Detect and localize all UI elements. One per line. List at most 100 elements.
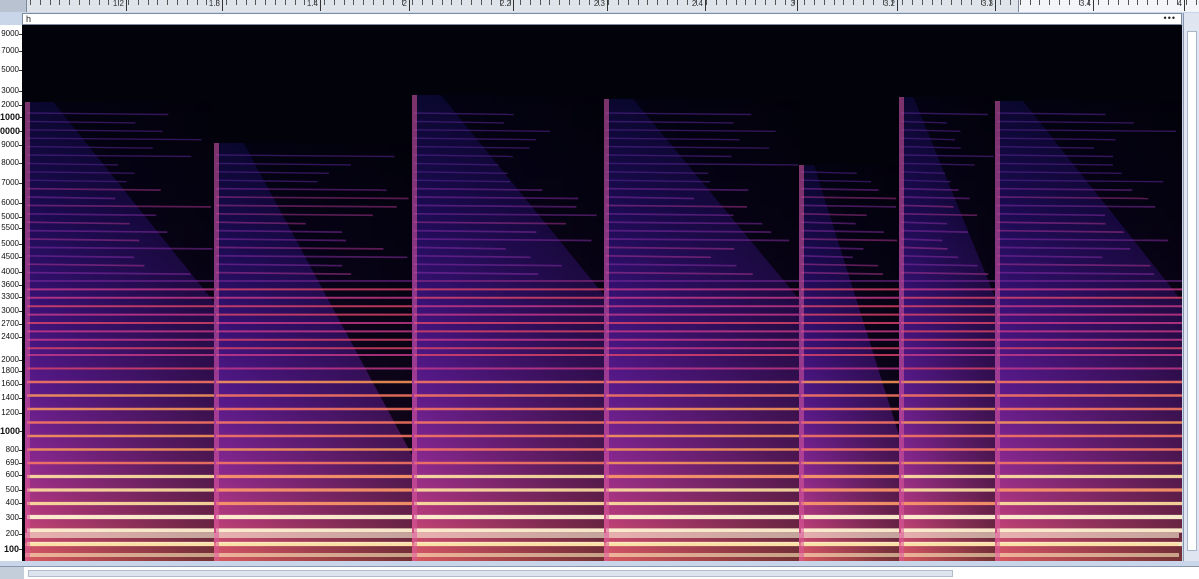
ruler-minor-tick [677, 0, 678, 5]
frequency-label: 7000 [1, 46, 19, 55]
ruler-minor-tick [520, 0, 521, 5]
frequency-label: 400 [5, 498, 19, 507]
ruler-minor-tick [402, 0, 403, 5]
frequency-label: 2700 [1, 319, 19, 328]
frequency-label: 600 [5, 470, 19, 479]
ruler-minor-tick [804, 0, 805, 5]
ruler-minor-tick [657, 0, 658, 5]
frequency-label: 6000 [1, 198, 19, 207]
ruler-label: 2.3 [593, 0, 605, 8]
ruler-minor-tick [598, 0, 599, 5]
ruler-minor-tick [628, 0, 629, 5]
frequency-label: 1200 [1, 408, 19, 417]
ruler-minor-tick [1000, 0, 1001, 5]
ruler-minor-tick [128, 0, 129, 5]
ruler-label: 2.2 [499, 0, 511, 8]
frequency-label: 2000 [1, 100, 19, 109]
ruler-minor-tick [226, 0, 227, 5]
frequency-label: 1600 [1, 379, 19, 388]
ruler-minor-tick [334, 0, 335, 5]
ruler-minor-tick [843, 0, 844, 5]
horizontal-scroll-thumb[interactable] [28, 570, 953, 577]
ruler-minor-tick [540, 0, 541, 5]
ruler-label: 2.4 [691, 0, 703, 8]
ruler-minor-tick [716, 0, 717, 5]
ruler-minor-tick [755, 0, 756, 5]
ruler-minor-tick [1059, 0, 1060, 5]
ruler-minor-tick [530, 0, 531, 5]
frequency-label: 4000 [1, 267, 19, 276]
ruler-label: 3.3 [981, 0, 993, 8]
frequency-label: 690 [5, 458, 19, 467]
frequency-label: 3000 [1, 86, 19, 95]
vertical-scroll-thumb[interactable] [1187, 31, 1197, 551]
ruler-minor-tick [89, 0, 90, 5]
ruler-minor-tick [50, 0, 51, 5]
ruler-minor-tick [510, 0, 511, 5]
note-fade [604, 99, 799, 561]
ruler-minor-tick [1098, 0, 1099, 5]
frequency-axis: 9000 7000 5000 3000 2000 1000 0000 9000 8000 7000… [0, 25, 23, 561]
ruler-minor-tick [981, 0, 982, 5]
ruler-minor-tick [59, 0, 60, 5]
ruler-minor-tick [1196, 0, 1197, 5]
ruler-minor-tick [765, 0, 766, 5]
ruler-label: 1.2 [113, 0, 126, 8]
ruler-minor-tick [30, 0, 31, 5]
ruler-label: 3.4 [1079, 0, 1091, 8]
ruler-minor-tick [883, 0, 884, 5]
ruler-minor-tick [304, 0, 305, 5]
ruler-minor-tick [216, 0, 217, 5]
frequency-label: 3000 [1, 306, 19, 315]
onset-line [412, 95, 417, 561]
ruler-minor-tick [990, 0, 991, 5]
ruler-major-tick [1093, 0, 1094, 11]
ruler-minor-tick [785, 0, 786, 5]
ruler-minor-tick [383, 0, 384, 5]
ruler-minor-tick [1147, 0, 1148, 5]
ruler-minor-tick [344, 0, 345, 5]
vertical-scrollbar[interactable] [1183, 13, 1199, 561]
ruler-minor-tick [138, 0, 139, 5]
frequency-label: 3300 [1, 292, 19, 301]
frequency-label: 4500 [1, 252, 19, 261]
ruler-minor-tick [412, 0, 413, 5]
ruler-minor-tick [108, 0, 109, 5]
ruler-minor-tick [696, 0, 697, 5]
ruler-minor-tick [1177, 0, 1178, 5]
fundamental-band [25, 533, 1179, 538]
frequency-label: 5000 [1, 65, 19, 74]
fundamental-band [25, 553, 1179, 557]
ruler-minor-tick [461, 0, 462, 5]
ruler-minor-tick [912, 0, 913, 5]
onset-line [214, 143, 219, 561]
ruler-label: 2 [402, 0, 407, 8]
ruler-minor-tick [324, 0, 325, 5]
ruler-minor-tick [442, 0, 443, 5]
ruler-minor-tick [941, 0, 942, 5]
ruler-minor-tick [814, 0, 815, 5]
ruler-minor-tick [745, 0, 746, 5]
ruler-minor-tick [363, 0, 364, 5]
scroll-left-area [0, 567, 24, 579]
ruler-minor-tick [647, 0, 648, 5]
ruler-minor-tick [187, 0, 188, 5]
ruler-minor-tick [824, 0, 825, 5]
frequency-label: 9000 [1, 29, 19, 38]
track-header[interactable]: h ••• [22, 13, 1182, 25]
ruler-minor-tick [922, 0, 923, 5]
ruler-minor-tick [559, 0, 560, 5]
horizontal-scrollbar[interactable] [0, 566, 1199, 579]
ruler-minor-tick [206, 0, 207, 5]
track-name: h [26, 14, 32, 24]
track-menu-button[interactable]: ••• [1164, 13, 1176, 23]
spectrogram-canvas[interactable] [22, 25, 1182, 561]
ruler-major-tick [797, 0, 798, 11]
ruler-minor-tick [775, 0, 776, 5]
ruler-minor-tick [1118, 0, 1119, 5]
ruler-minor-tick [1049, 0, 1050, 5]
frequency-label: 5000 [1, 212, 19, 221]
ruler-minor-tick [500, 0, 501, 5]
frequency-label: 1000 [0, 426, 21, 436]
ruler-minor-tick [1167, 0, 1168, 5]
